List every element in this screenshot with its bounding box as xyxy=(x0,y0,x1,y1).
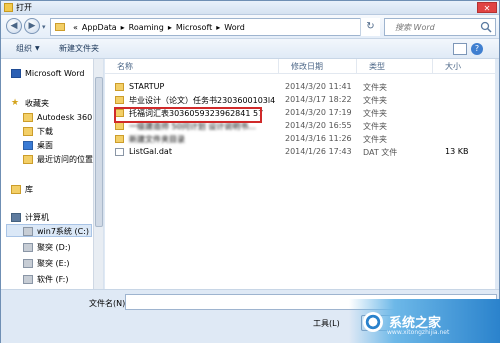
refresh-icon[interactable]: ↻ xyxy=(360,18,380,36)
library-icon xyxy=(11,184,21,194)
drive-icon xyxy=(23,242,33,252)
highlight-box xyxy=(114,107,262,123)
open-dialog: 打开 ✕ ◀ ▶ ▾ « AppData ▸ Roaming ▸ Microso… xyxy=(0,0,500,343)
navigation-bar: ◀ ▶ ▾ « AppData ▸ Roaming ▸ Microsoft ▸ … xyxy=(1,15,499,39)
sidebar-item-drive-d[interactable]: 聚突 (D:) xyxy=(23,241,71,253)
watermark-logo-icon xyxy=(363,311,383,332)
search-box[interactable] xyxy=(384,18,496,36)
close-button[interactable]: ✕ xyxy=(477,2,497,13)
filename-label: 文件名(N): xyxy=(89,299,128,308)
file-icon xyxy=(115,148,124,156)
view-options-icon[interactable] xyxy=(453,43,467,55)
watermark-url: www.xitongzhijia.net xyxy=(387,329,450,336)
column-header-type[interactable]: 类型 xyxy=(357,59,433,74)
sidebar-item-favorites[interactable]: ★ 收藏夹 xyxy=(11,97,49,109)
folder-icon xyxy=(23,154,33,164)
organize-label: 组织 xyxy=(16,44,32,53)
table-row[interactable]: 毕业设计（论文）任务书2303600103l4... 2014/3/17 18:… xyxy=(105,94,495,107)
computer-icon xyxy=(11,212,21,222)
star-icon: ★ xyxy=(11,97,20,108)
recent-pages-chevron-icon[interactable]: ▾ xyxy=(42,23,48,31)
sidebar-item-recent[interactable]: 最近访问的位置 xyxy=(23,153,93,165)
folder-icon xyxy=(23,112,33,122)
address-bar[interactable]: « AppData ▸ Roaming ▸ Microsoft ▸ Word xyxy=(50,18,380,36)
command-toolbar: 组织 ▼ 新建文件夹 ? xyxy=(1,39,499,59)
sidebar-item-word[interactable]: Microsoft Word xyxy=(11,67,85,79)
help-icon[interactable]: ? xyxy=(471,43,483,55)
sidebar-item-libraries[interactable]: 库 xyxy=(11,183,33,195)
folder-icon xyxy=(115,83,124,91)
chevron-down-icon: ▼ xyxy=(35,45,40,52)
folder-icon xyxy=(55,23,65,31)
sidebar-item-drive-e[interactable]: 聚突 (E:) xyxy=(23,257,70,269)
column-header-date[interactable]: 修改日期 xyxy=(279,59,357,74)
drive-icon xyxy=(23,226,33,236)
sidebar-item-desktop[interactable]: 桌面 xyxy=(23,139,53,151)
app-icon xyxy=(4,3,13,12)
column-header-name[interactable]: 名称 xyxy=(105,59,279,74)
sidebar-item-computer[interactable]: 计算机 xyxy=(11,211,49,223)
view-controls: ? xyxy=(453,42,483,56)
window-title: 打开 xyxy=(16,3,32,12)
sidebar-item-downloads[interactable]: 下载 xyxy=(23,125,53,137)
breadcrumb-appdata[interactable]: AppData xyxy=(82,23,117,32)
navigation-pane: Microsoft Word ★ 收藏夹 Autodesk 360 下载 桌面 … xyxy=(1,59,104,289)
sidebar-item-autodesk[interactable]: Autodesk 360 xyxy=(23,111,92,123)
file-list: 名称 修改日期 类型 大小 STARTUP 2014/3/20 11:41 文件… xyxy=(105,59,495,289)
scrollbar-thumb[interactable] xyxy=(95,77,103,227)
word-icon xyxy=(11,68,21,78)
table-row[interactable]: STARTUP 2014/3/20 11:41 文件夹 xyxy=(105,81,495,94)
column-header-size[interactable]: 大小 xyxy=(433,59,495,74)
sidebar-scrollbar[interactable] xyxy=(93,59,103,289)
watermark: 系统之家 xyxy=(349,299,500,343)
folder-icon xyxy=(115,135,124,143)
breadcrumb-microsoft[interactable]: Microsoft xyxy=(176,23,212,32)
tools-button[interactable]: 工具(L) xyxy=(313,318,340,329)
drive-icon xyxy=(23,258,33,268)
breadcrumb-roaming[interactable]: Roaming xyxy=(129,23,164,32)
table-row[interactable]: 新建文件夹目录 2014/3/16 11:26 文件夹 xyxy=(105,133,495,146)
desktop-icon xyxy=(23,140,33,150)
sidebar-item-drive-c[interactable]: win7系统 (C:) xyxy=(23,225,89,237)
title-bar: 打开 ✕ xyxy=(1,1,499,15)
sidebar-item-drive-f[interactable]: 软件 (F:) xyxy=(23,273,68,285)
new-folder-button[interactable]: 新建文件夹 xyxy=(59,43,99,54)
folder-icon xyxy=(115,96,124,104)
drive-icon xyxy=(23,274,33,284)
table-row[interactable]: ListGal.dat 2014/1/26 17:43 DAT 文件 13 KB xyxy=(105,146,495,159)
search-icon xyxy=(480,21,492,33)
breadcrumb-word[interactable]: Word xyxy=(224,23,245,32)
organize-button[interactable]: 组织 ▼ xyxy=(16,43,40,54)
forward-button[interactable]: ▶ xyxy=(24,18,40,34)
folder-icon xyxy=(23,126,33,136)
back-button[interactable]: ◀ xyxy=(6,18,22,34)
new-folder-label: 新建文件夹 xyxy=(59,44,99,53)
folder-icon xyxy=(115,122,124,130)
search-input[interactable] xyxy=(385,19,479,35)
